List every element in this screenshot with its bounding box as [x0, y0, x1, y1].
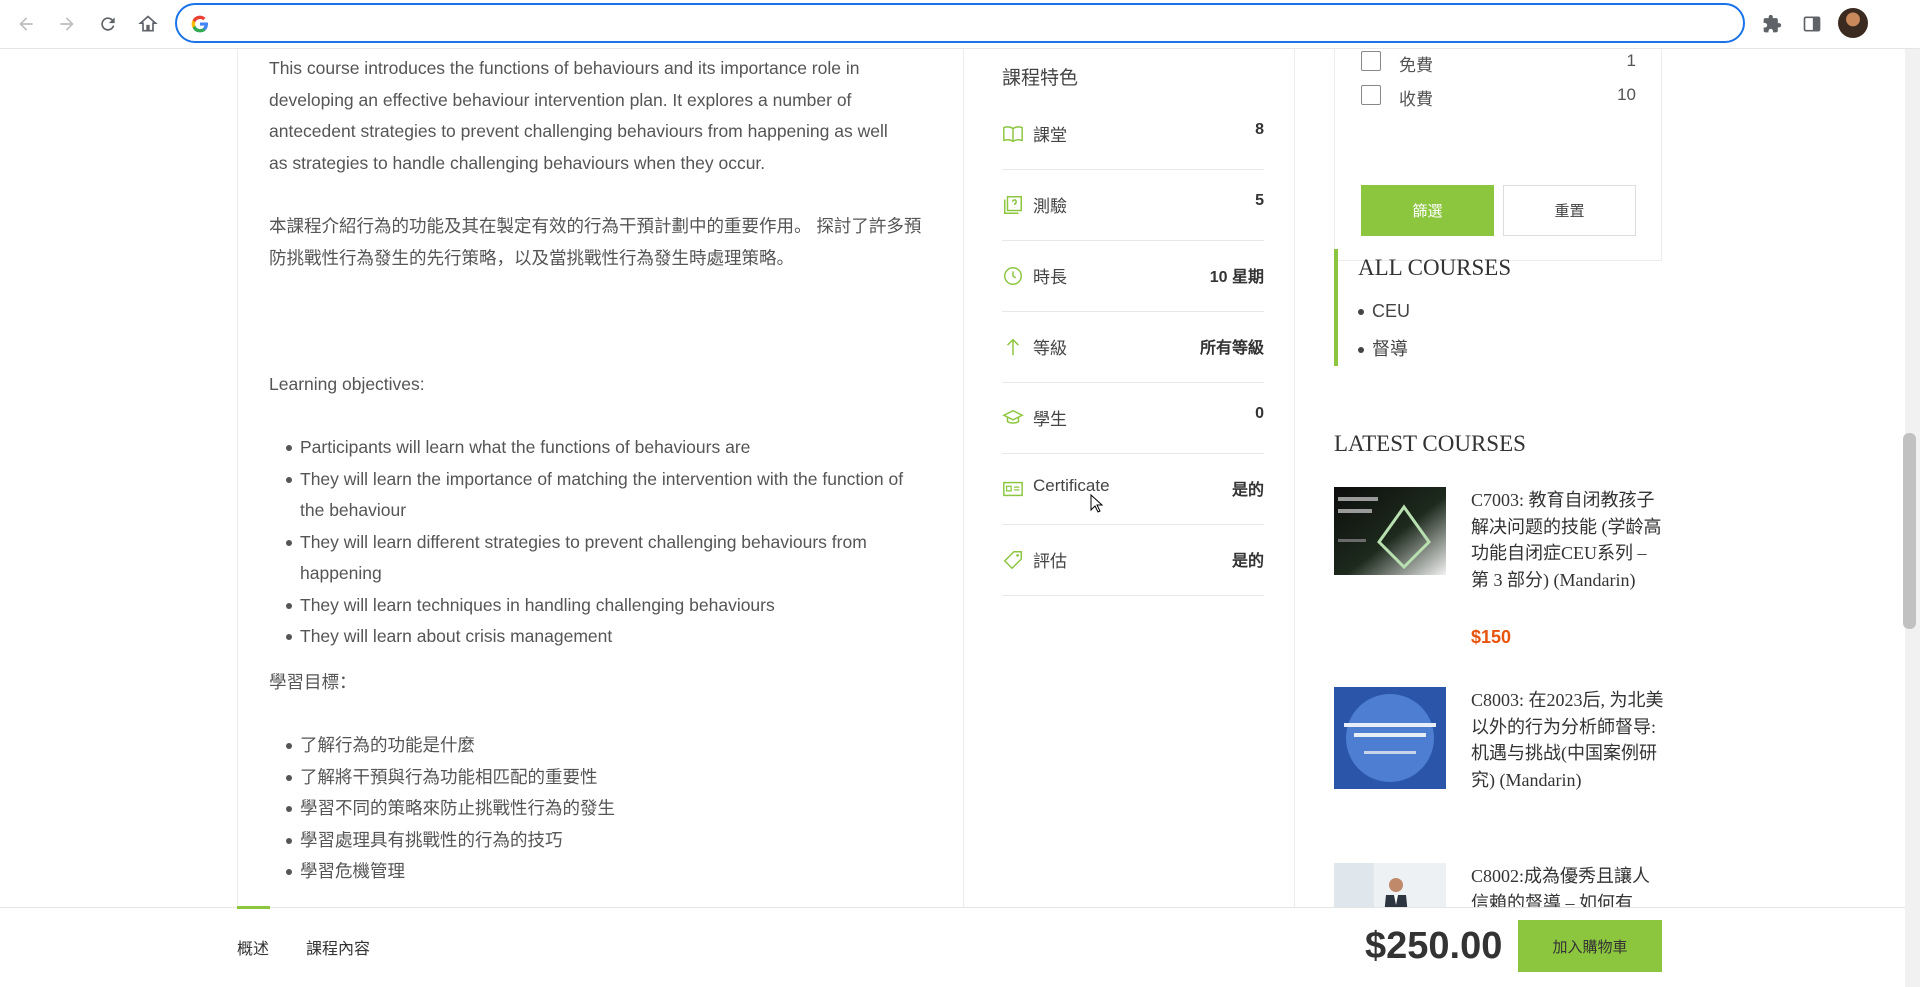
feature-certificate: Certificate 是的	[1002, 454, 1264, 525]
feature-label: 課堂	[1033, 126, 1067, 145]
home-button[interactable]	[134, 10, 162, 38]
graduation-cap-icon	[1002, 409, 1024, 424]
feature-level: 等級 所有等級	[1002, 312, 1264, 383]
arrow-right-icon	[60, 17, 74, 31]
feature-label: 測驗	[1033, 197, 1067, 216]
category-link-ceu[interactable]: CEU	[1357, 294, 1410, 332]
description-paragraph-en: This course introduces the functions of …	[269, 58, 888, 173]
address-input[interactable]	[221, 11, 1721, 35]
tab-curriculum[interactable]: 課程內容	[306, 935, 370, 959]
feature-quizzes: 測驗 5	[1002, 170, 1264, 241]
feature-value: 0	[1255, 405, 1264, 422]
reset-button[interactable]: 重置	[1503, 185, 1636, 236]
level-up-icon	[1006, 338, 1020, 356]
course-thumbnail-image	[1334, 687, 1446, 789]
feature-label: 等級	[1033, 339, 1067, 358]
filter-option-count: 10	[1617, 85, 1636, 104]
clock-icon	[1004, 267, 1022, 285]
list-item: They will learn different strategies to …	[286, 527, 920, 590]
feature-duration: 時長 10 星期	[1002, 241, 1264, 312]
feature-value: 8	[1255, 121, 1264, 138]
feature-value: 是的	[1231, 553, 1264, 570]
feature-value: 所有等級	[1199, 340, 1264, 357]
price-filter-widget: 免費 1 收費 10 篩選 重置	[1334, 49, 1662, 261]
list-item: They will learn about crisis management	[286, 621, 920, 653]
checkbox[interactable]	[1361, 51, 1381, 71]
list-item: They will learn techniques in handling c…	[286, 590, 920, 622]
filter-option-free[interactable]: 免費 1	[1361, 49, 1636, 76]
list-item: Participants will learn what the functio…	[286, 432, 920, 464]
latest-courses-title: LATEST COURSES	[1334, 431, 1526, 456]
list-item: 了解行為的功能是什麼	[286, 730, 920, 762]
arrow-left-icon	[19, 17, 33, 31]
side-panel-icon	[1803, 16, 1821, 32]
filter-option-label: 免費	[1399, 56, 1433, 75]
google-icon	[191, 15, 208, 33]
profile-avatar[interactable]	[1838, 8, 1868, 38]
mouse-cursor-icon	[1090, 494, 1104, 513]
description-paragraph-zh: 本課程介紹行為的功能及其在製定有效的行為干預計劃中的重要作用。 探討了許多預防挑…	[269, 216, 922, 268]
feature-value: 是的	[1231, 482, 1264, 499]
reload-icon	[101, 17, 115, 31]
filter-option-label: 收費	[1399, 90, 1433, 109]
home-icon	[138, 15, 158, 32]
list-item: 學習危機管理	[286, 856, 920, 888]
id-card-icon	[1003, 481, 1023, 497]
course-title-link[interactable]: C7003: 教育自闭教孩子解决问题的技能 (学龄高功能自闭症CEU系列 – 第…	[1471, 487, 1664, 593]
side-panel-button[interactable]	[1798, 10, 1826, 38]
sidebar-divider	[1294, 49, 1295, 909]
forward-button[interactable]	[53, 10, 81, 38]
tag-icon	[1003, 551, 1022, 570]
objectives-list-en: Participants will learn what the functio…	[286, 432, 920, 653]
course-price-total: $250.00	[1365, 925, 1503, 967]
scrollbar-thumb[interactable]	[1903, 433, 1916, 629]
course-thumbnail[interactable]	[1334, 687, 1446, 789]
list-item: They will learn the importance of matchi…	[286, 464, 920, 527]
features-title: 課程特色	[1002, 68, 1079, 89]
objectives-list-zh: 了解行為的功能是什麼 了解將干預與行為功能相匹配的重要性 學習不同的策略來防止挑…	[286, 730, 920, 888]
all-courses-title: ALL COURSES	[1358, 255, 1512, 280]
feature-assessment: 評估 是的	[1002, 525, 1264, 596]
page-content: This course introduces the functions of …	[0, 49, 1905, 987]
active-tab-indicator	[237, 906, 270, 909]
reload-button[interactable]	[94, 10, 122, 38]
feature-label: 評估	[1033, 552, 1067, 571]
course-category-list: CEU 督導	[1357, 294, 1410, 370]
address-bar[interactable]	[175, 3, 1745, 43]
course-features: 課程特色 課堂 8 測驗 5 時長 10 星期 等級 所有等級 學生 0 Cer…	[1002, 59, 1264, 596]
list-item: 學習處理具有挑戰性的行為的技巧	[286, 825, 920, 857]
course-sticky-bar: 概述 課程內容 $250.00 加入購物車	[0, 906, 1905, 987]
book-icon	[1003, 126, 1023, 143]
course-title-link[interactable]: C8003: 在2023后, 为北美以外的行为分析師督导: 机遇与挑战(中国案例…	[1471, 687, 1664, 793]
feature-students: 學生 0	[1002, 383, 1264, 454]
filter-option-count: 1	[1626, 51, 1636, 70]
course-thumbnail[interactable]	[1334, 487, 1446, 575]
course-price: $150	[1471, 627, 1512, 647]
feature-label: 學生	[1033, 410, 1067, 429]
filter-button[interactable]: 篩選	[1361, 185, 1494, 236]
checkbox[interactable]	[1361, 85, 1381, 105]
category-link-supervision[interactable]: 督導	[1357, 332, 1410, 370]
puzzle-icon	[1763, 14, 1782, 33]
filter-option-paid[interactable]: 收費 10	[1361, 82, 1636, 110]
objectives-heading-zh: 學習目標：	[269, 672, 357, 692]
feature-label: Certificate	[1033, 476, 1110, 495]
course-thumbnail-image	[1334, 487, 1446, 575]
quiz-icon	[1004, 196, 1022, 214]
list-item: 了解將干預與行為功能相匹配的重要性	[286, 762, 920, 794]
add-to-cart-button[interactable]: 加入購物車	[1518, 920, 1662, 972]
accent-bar	[1334, 249, 1338, 366]
feature-lessons: 課堂 8	[1002, 99, 1264, 170]
extensions-button[interactable]	[1758, 10, 1786, 38]
browser-toolbar	[0, 0, 1920, 49]
feature-label: 時長	[1033, 268, 1067, 287]
tab-overview[interactable]: 概述	[237, 935, 269, 959]
feature-value: 5	[1255, 192, 1264, 209]
feature-value: 10 星期	[1209, 269, 1264, 286]
back-button[interactable]	[12, 10, 40, 38]
list-item: 學習不同的策略來防止挑戰性行為的發生	[286, 793, 920, 825]
objectives-heading-en: Learning objectives:	[269, 374, 425, 394]
